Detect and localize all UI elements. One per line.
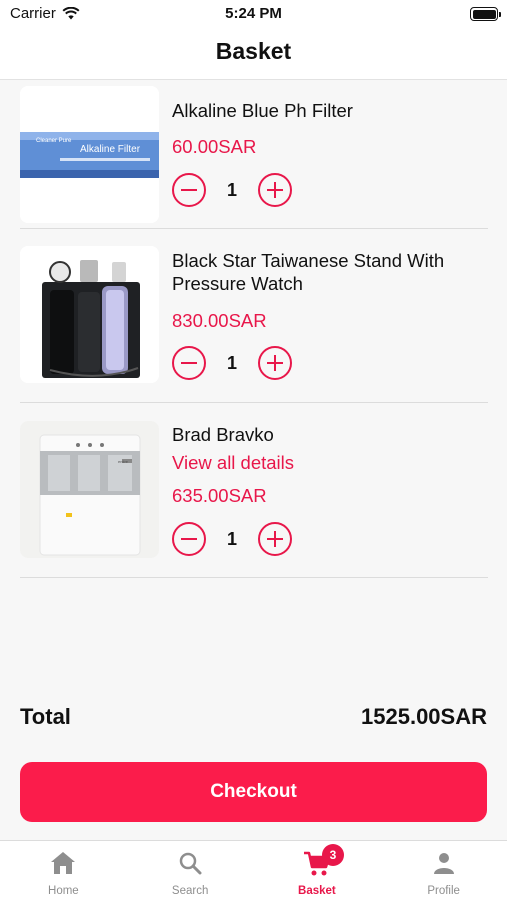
- total-row: Total 1525.00SAR: [20, 704, 487, 730]
- tab-label: Search: [171, 885, 209, 897]
- total-label: Total: [20, 704, 71, 729]
- product-image[interactable]: [20, 246, 159, 383]
- tab-label: Home: [48, 885, 79, 897]
- tab-label: Basket: [298, 885, 336, 897]
- home-icon: [51, 852, 76, 874]
- decrease-quantity-button[interactable]: [172, 346, 206, 380]
- search-icon: [179, 852, 202, 875]
- product-price: 830.00SAR: [172, 310, 267, 331]
- product-price: 60.00SAR: [172, 136, 257, 157]
- quantity-value: 1: [226, 352, 237, 373]
- page-title: Basket: [215, 38, 292, 64]
- tab-bar: Home Search Basket Profile: [0, 840, 507, 900]
- basket-item: Cleaner Pure Alkaline Filter Alkaline Bl…: [20, 86, 488, 229]
- product-name[interactable]: Alkaline Blue Ph Filter: [172, 99, 488, 122]
- decrease-quantity-button[interactable]: [172, 173, 206, 207]
- cart-count-badge: 3: [322, 844, 344, 866]
- quantity-value: 1: [226, 528, 237, 549]
- product-price: 635.00SAR: [172, 485, 267, 506]
- person-icon: [433, 853, 454, 874]
- filter-label-text: Alkaline Filter: [80, 144, 141, 155]
- tab-home[interactable]: Home: [0, 841, 127, 900]
- quantity-stepper: 1: [172, 172, 292, 208]
- product-image[interactable]: entire: [20, 421, 159, 558]
- quantity-stepper: 1: [172, 521, 292, 557]
- tab-profile[interactable]: Profile: [380, 841, 507, 900]
- view-details-link[interactable]: View all details: [172, 452, 294, 474]
- status-time: 5:24 PM: [225, 5, 282, 22]
- basket-item: entire Brad Bravko View all details 635.…: [20, 403, 488, 578]
- status-bar: Carrier 5:24 PM: [0, 0, 507, 28]
- dispenser-logo-text: entire: [118, 459, 129, 464]
- increase-quantity-button[interactable]: [258, 173, 292, 207]
- product-name[interactable]: Brad Bravko: [172, 423, 488, 446]
- tab-label: Profile: [427, 885, 460, 897]
- nav-header: Basket: [0, 28, 507, 80]
- checkout-button[interactable]: Checkout: [20, 762, 487, 822]
- tab-basket[interactable]: Basket: [254, 841, 381, 900]
- filter-brand-text: Cleaner Pure: [36, 138, 72, 144]
- increase-quantity-button[interactable]: [258, 522, 292, 556]
- product-image[interactable]: Cleaner Pure Alkaline Filter: [20, 86, 159, 223]
- product-name[interactable]: Black Star Taiwanese Stand With Pressure…: [172, 249, 488, 295]
- decrease-quantity-button[interactable]: [172, 522, 206, 556]
- tab-search[interactable]: Search: [127, 841, 254, 900]
- total-value: 1525.00SAR: [361, 704, 487, 729]
- battery-icon: [470, 7, 501, 21]
- basket-item: Black Star Taiwanese Stand With Pressure…: [20, 229, 488, 403]
- quantity-value: 1: [226, 179, 237, 200]
- quantity-stepper: 1: [172, 345, 292, 381]
- increase-quantity-button[interactable]: [258, 346, 292, 380]
